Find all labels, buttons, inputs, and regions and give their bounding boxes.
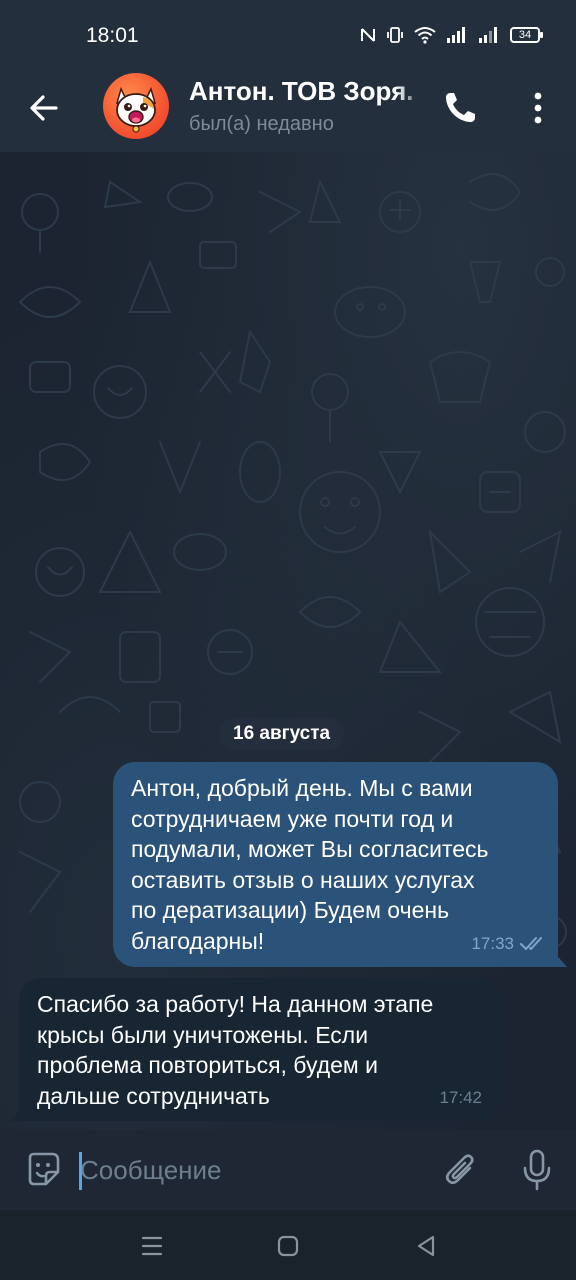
outgoing-message[interactable]: Антон, добрый день. Мы с вами сотруднича…: [113, 762, 567, 967]
chat-status: был(а) недавно: [189, 113, 334, 135]
wifi-icon: [414, 27, 436, 44]
message-meta: 17:33: [471, 929, 546, 960]
nfc-icon: [361, 28, 375, 42]
status-time: 18:01: [86, 24, 139, 47]
chat-messages-area[interactable]: 16 августа Антон, добрый день. Мы с вами…: [0, 152, 576, 1130]
telegram-chat-screen: 18:01 34 Антон. ТОВ Зоря. был(а) недавно…: [0, 0, 576, 1280]
battery-icon: 34: [510, 27, 543, 43]
cat-avatar-image: [115, 86, 157, 133]
chat-header: Антон. ТОВ Зоря. был(а) недавно: [0, 66, 576, 152]
more-vert-icon[interactable]: [524, 88, 552, 128]
incoming-message[interactable]: Спасибо за работу! На данном этапе крысы…: [10, 978, 500, 1121]
message-time: 17:33: [471, 933, 514, 953]
message-text: Спасибо за работу! На данном этапе крысы…: [37, 991, 434, 1109]
home-icon[interactable]: [274, 1232, 302, 1260]
message-meta: 17:42: [439, 1083, 482, 1114]
message-time: 17:42: [439, 1087, 482, 1107]
vibrate-icon: [387, 27, 403, 43]
signal-icon: [479, 27, 497, 43]
battery-level: 34: [518, 29, 532, 41]
status-icons: 34: [360, 26, 543, 44]
text-caret: [79, 1152, 82, 1190]
phone-icon[interactable]: [442, 88, 480, 126]
avatar[interactable]: [103, 73, 169, 139]
attach-icon[interactable]: [442, 1150, 480, 1190]
date-separator: 16 августа: [219, 718, 345, 750]
mic-icon[interactable]: [520, 1148, 554, 1192]
double-check-icon: [520, 936, 542, 950]
message-input[interactable]: [80, 1150, 420, 1190]
recents-icon[interactable]: [138, 1232, 166, 1260]
signal-icon: [447, 27, 465, 43]
message-input-bar: [0, 1130, 576, 1210]
system-nav-bar: [0, 1210, 576, 1280]
back-icon[interactable]: [412, 1232, 440, 1260]
back-arrow-icon[interactable]: [24, 88, 64, 128]
chat-title[interactable]: Антон. ТОВ Зоря.: [189, 76, 425, 107]
status-bar: 18:01 34: [0, 0, 576, 66]
sticker-icon[interactable]: [24, 1150, 62, 1188]
